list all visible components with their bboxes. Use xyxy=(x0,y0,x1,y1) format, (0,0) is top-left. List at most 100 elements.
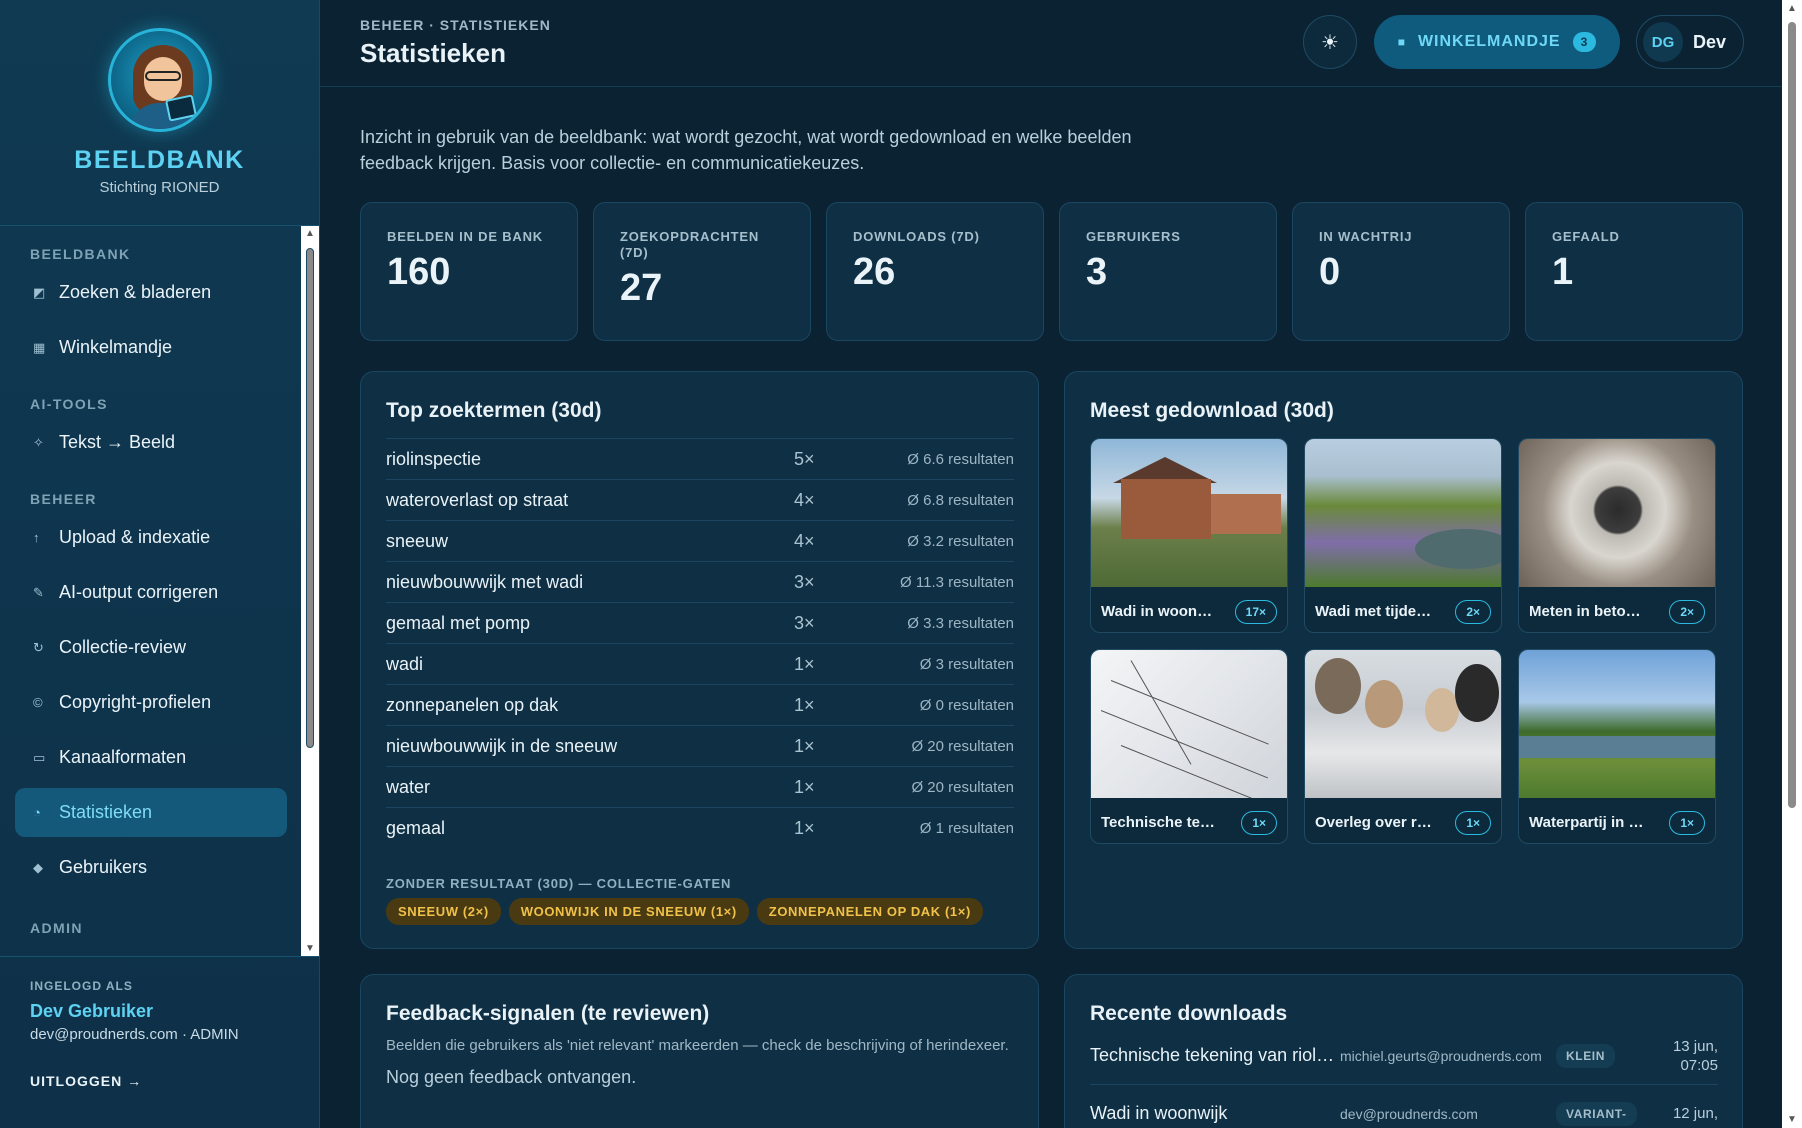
page-scroll-thumb[interactable] xyxy=(1788,22,1796,808)
thumbnail-image xyxy=(1519,650,1715,798)
thumbnail-image xyxy=(1305,650,1501,798)
sidebar-item-label: Statistieken xyxy=(59,802,153,822)
term-avg-results: Ø 20 resultaten xyxy=(911,737,1014,755)
scroll-up-icon[interactable]: ▲ xyxy=(1787,3,1797,14)
cart-count-badge: 3 xyxy=(1572,32,1597,52)
sidebar-item-upload[interactable]: ↑ Upload & indexatie xyxy=(15,513,287,562)
stat-card: GEBRUIKERS 3 xyxy=(1059,202,1277,341)
scroll-down-icon[interactable]: ▼ xyxy=(305,943,315,954)
feedback-empty-state: Nog geen feedback ontvangen. xyxy=(386,1067,637,1087)
scroll-up-icon[interactable]: ▲ xyxy=(305,228,315,239)
recent-downloads-card: Recente downloads Technische tekening va… xyxy=(1064,974,1743,1128)
stat-card: GEFAALD 1 xyxy=(1525,202,1743,341)
sidebar-item-label: Collectie-review xyxy=(59,637,187,657)
sidebar-scrollbar[interactable]: ▲ ▼ xyxy=(301,226,319,956)
download-count-badge: 1× xyxy=(1455,811,1491,835)
cart-label: WINKELMANDJE xyxy=(1417,33,1561,50)
scroll-down-icon[interactable]: ▼ xyxy=(1787,1114,1797,1125)
term-text: wateroverlast op straat xyxy=(386,489,569,510)
download-count-badge: 1× xyxy=(1241,811,1277,835)
sidebar-item-winkelmandje[interactable]: ▦ Winkelmandje xyxy=(15,323,287,372)
term-text: zonnepanelen op dak xyxy=(386,694,559,715)
term-count: 3× xyxy=(794,612,815,633)
theme-toggle-button[interactable]: ☀ xyxy=(1303,15,1357,69)
mascot-avatar xyxy=(107,28,212,132)
thumbnail-caption: Technische tekening xyxy=(1101,814,1221,831)
cart-icon: ▦ xyxy=(33,339,46,355)
term-row: gemaal 1× Ø 1 resultaten xyxy=(386,807,1014,848)
stat-label: BEELDEN IN DE BANK xyxy=(387,229,543,244)
download-user: michiel.geurts@proudnerds.com xyxy=(1340,1047,1542,1064)
sidebar-item-kanaalformaten[interactable]: ▭ Kanaalformaten xyxy=(15,733,287,782)
brand-title: BEELDBANK xyxy=(74,146,245,174)
thumbnail-card[interactable]: Wadi met tijdelijke 2× xyxy=(1304,438,1502,633)
term-row: riolinspectie 5× Ø 6.6 resultaten xyxy=(386,438,1014,479)
stat-value: 27 xyxy=(620,267,663,309)
stat-label: ZOEKOPDRACHTEN (7D) xyxy=(620,229,760,260)
logout-button[interactable]: UITLOGGEN → xyxy=(30,1073,290,1089)
thumbnail-card[interactable]: Waterpartij in stad 1× xyxy=(1518,649,1716,844)
sidebar-item-ai-output[interactable]: ✎ AI-output corrigeren xyxy=(15,568,287,617)
user-menu-button[interactable]: DG Dev xyxy=(1636,15,1744,69)
term-count: 1× xyxy=(794,817,815,838)
thumbnail-image xyxy=(1519,439,1715,587)
term-row: wadi 1× Ø 3 resultaten xyxy=(386,643,1014,684)
sidebar-item-statistieken[interactable]: ◔ Statistieken xyxy=(15,788,287,837)
cart-button[interactable]: ■ WINKELMANDJE 3 xyxy=(1374,15,1620,69)
top-terms-card: Top zoektermen (30d) riolinspectie 5× Ø 6.… xyxy=(360,371,1039,949)
term-avg-results: Ø 3.2 resultaten xyxy=(907,532,1014,550)
thumbnail-image xyxy=(1091,650,1287,798)
thumbnail-card[interactable]: Wadi in woonwijk 17× xyxy=(1090,438,1288,633)
download-row[interactable]: Technische tekening van riolering michie… xyxy=(1090,1027,1718,1085)
stat-card: IN WACHTRIJ 0 xyxy=(1292,202,1510,341)
term-count: 1× xyxy=(794,776,815,797)
sidebar-item-collectie-review[interactable]: ↻ Collectie-review xyxy=(15,623,287,672)
sidebar-item-copyright[interactable]: © Copyright-profielen xyxy=(15,678,287,727)
thumbnail-card[interactable]: Meten in betonnen 2× xyxy=(1518,438,1716,633)
nav-section-ai-tools: AI-TOOLS xyxy=(30,396,108,412)
term-text: wadi xyxy=(386,653,424,674)
thumbnail-card[interactable]: Technische tekening 1× xyxy=(1090,649,1288,844)
logged-in-label: INGELOGD ALS xyxy=(30,979,133,993)
feedback-subtitle: Beelden die gebruikers als 'niet relevan… xyxy=(386,1037,1009,1054)
page-scrollbar[interactable]: ▲ ▼ xyxy=(1782,0,1802,1128)
stat-label: GEFAALD xyxy=(1552,229,1620,244)
card-title: Recente downloads xyxy=(1090,1002,1288,1025)
stat-card: ZOEKOPDRACHTEN (7D) 27 xyxy=(593,202,811,341)
download-row[interactable]: Wadi in woonwijk dev@proudnerds.com VARI… xyxy=(1090,1085,1718,1128)
sidebar-scroll-thumb[interactable] xyxy=(306,248,314,748)
gap-tag[interactable]: ZONNEPANELEN OP DAK (1×) xyxy=(756,898,983,925)
gap-tag[interactable]: SNEEUW (2×) xyxy=(386,898,501,925)
term-row: water 1× Ø 20 resultaten xyxy=(386,766,1014,807)
stat-value: 160 xyxy=(387,251,451,293)
term-text: water xyxy=(386,776,431,797)
stat-label: GEBRUIKERS xyxy=(1086,229,1181,244)
download-date: 12 jun, xyxy=(1672,1105,1718,1122)
user-short-name: Dev xyxy=(1693,31,1727,52)
nav-section-beheer: BEHEER xyxy=(30,491,97,507)
thumbnail-grid: Wadi in woonwijk 17× Wadi met tijdelijke… xyxy=(1090,438,1716,844)
sun-icon: ☀ xyxy=(1321,31,1339,54)
term-count: 4× xyxy=(794,489,815,510)
term-text: nieuwbouwwijk in de sneeuw xyxy=(386,735,618,756)
download-count-badge: 2× xyxy=(1669,600,1705,624)
most-downloaded-card: Meest gedownload (30d) Wadi in woonwijk … xyxy=(1064,371,1743,949)
user-box: INGELOGD ALS Dev Gebruiker dev@proudnerd… xyxy=(0,956,320,1128)
term-row: zonnepanelen op dak 1× Ø 0 resultaten xyxy=(386,684,1014,725)
frame-icon: ▭ xyxy=(33,749,46,765)
user-email-role: dev@proudnerds.com · ADMIN xyxy=(30,1026,239,1043)
thumbnail-card[interactable]: Overleg over riolering 1× xyxy=(1304,649,1502,844)
thumbnail-image xyxy=(1305,439,1501,587)
avatar: DG xyxy=(1643,22,1683,62)
term-row: wateroverlast op straat 4× Ø 6.8 resultate… xyxy=(386,479,1014,520)
topbar: BEHEER · STATISTIEKEN Statistieken ☀ ■ W… xyxy=(320,0,1782,87)
sidebar-item-tekst-beeld[interactable]: ✧ Tekst → Beeld xyxy=(15,418,287,467)
sidebar-item-zoeken[interactable]: ◩ Zoeken & bladeren xyxy=(15,268,287,317)
sidebar-item-gebruikers[interactable]: ◆ Gebruikers xyxy=(15,843,287,892)
terms-table: riolinspectie 5× Ø 6.6 resultaten waterover… xyxy=(386,438,1014,848)
gap-tag[interactable]: WOONWIJK IN DE SNEEUW (1×) xyxy=(508,898,749,925)
download-count-badge: 2× xyxy=(1455,600,1491,624)
feedback-card: Feedback-signalen (te reviewen) Beelden … xyxy=(360,974,1039,1128)
stat-label: IN WACHTRIJ xyxy=(1319,229,1413,244)
term-row: gemaal met pomp 3× Ø 3.3 resultaten xyxy=(386,602,1014,643)
